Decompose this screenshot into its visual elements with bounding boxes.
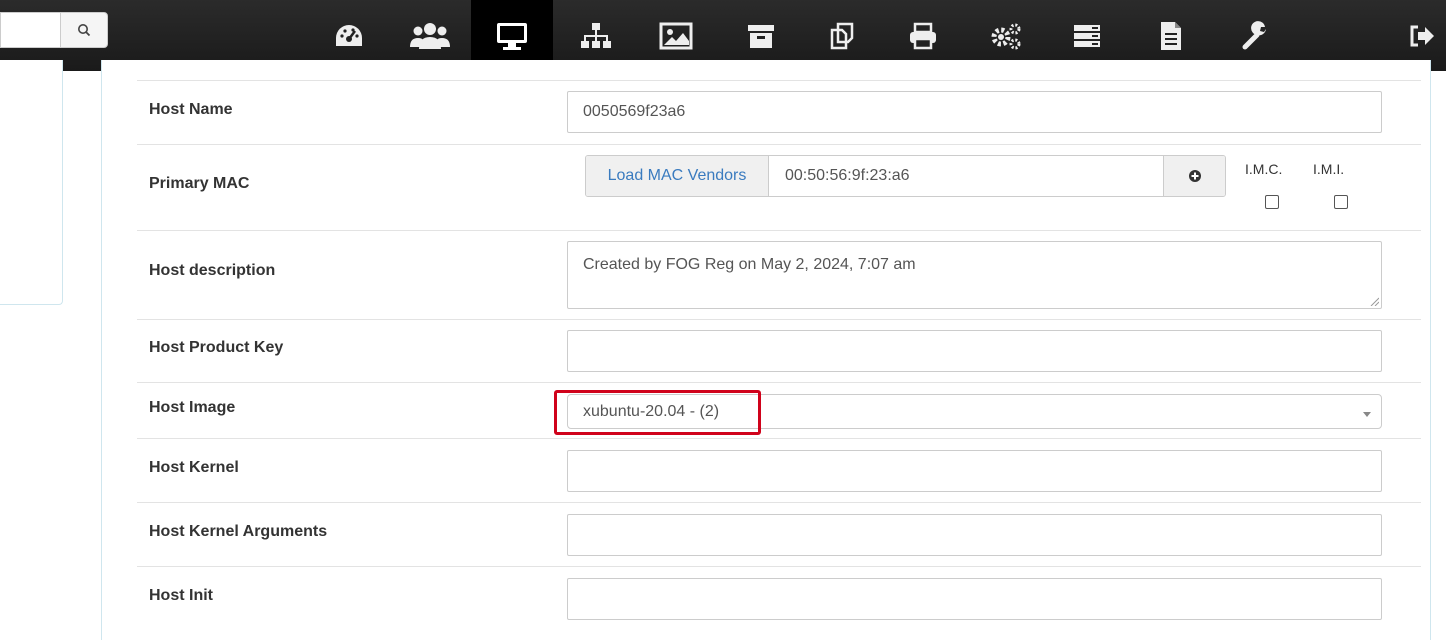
chevron-down-icon bbox=[1363, 412, 1371, 417]
logout-icon bbox=[1410, 25, 1434, 46]
search-button[interactable] bbox=[60, 12, 108, 48]
primary-mac-input[interactable]: 00:50:56:9f:23:a6 bbox=[769, 156, 1163, 196]
row-host-kernel: Host Kernel bbox=[137, 438, 1421, 502]
host-kernel-arguments-label: Host Kernel Arguments bbox=[149, 523, 328, 540]
row-host-init: Host Init bbox=[137, 566, 1421, 627]
search-input[interactable] bbox=[0, 12, 60, 48]
host-product-key-label: Host Product Key bbox=[149, 339, 284, 356]
printers-icon bbox=[910, 22, 936, 49]
snapins-icon bbox=[830, 22, 854, 49]
host-init-input[interactable] bbox=[567, 578, 1382, 620]
host-name-label: Host Name bbox=[149, 101, 233, 118]
left-side-panel bbox=[0, 60, 63, 305]
host-product-key-input[interactable] bbox=[567, 330, 1382, 372]
users-icon bbox=[410, 22, 450, 49]
services-icon bbox=[991, 23, 1021, 49]
imi-label: I.M.I. bbox=[1313, 161, 1345, 177]
imi-checkbox[interactable] bbox=[1334, 195, 1348, 209]
search-icon bbox=[78, 24, 91, 37]
load-mac-vendors-button[interactable]: Load MAC Vendors bbox=[586, 156, 769, 196]
plugins-icon bbox=[1074, 24, 1100, 47]
add-mac-button[interactable] bbox=[1163, 156, 1225, 196]
row-primary-mac: Primary MAC Load MAC Vendors 00:50:56:9f… bbox=[137, 144, 1421, 230]
host-image-label: Host Image bbox=[149, 399, 236, 416]
resize-grip-icon[interactable] bbox=[1369, 296, 1379, 306]
host-kernel-arguments-input[interactable] bbox=[567, 514, 1382, 556]
row-host-kernel-arguments: Host Kernel Arguments bbox=[137, 502, 1421, 566]
host-description-text: Created by FOG Reg on May 2, 2024, 7:07 … bbox=[583, 256, 916, 273]
imc-checkbox[interactable] bbox=[1265, 195, 1279, 209]
host-init-label: Host Init bbox=[149, 587, 213, 604]
host-name-input[interactable]: 0050569f23a6 bbox=[567, 91, 1382, 133]
host-kernel-input[interactable] bbox=[567, 450, 1382, 492]
groups-icon bbox=[581, 22, 611, 48]
search-box bbox=[0, 12, 108, 48]
storage-icon bbox=[748, 24, 774, 48]
mac-input-group: Load MAC Vendors 00:50:56:9f:23:a6 bbox=[585, 155, 1226, 197]
plus-circle-icon bbox=[1188, 170, 1201, 182]
row-host-image: Host Image xubuntu-20.04 - (2) bbox=[137, 382, 1421, 438]
reports-icon bbox=[1161, 21, 1181, 50]
settings-icon bbox=[1242, 20, 1266, 49]
imc-label: I.M.C. bbox=[1245, 161, 1283, 177]
row-host-description: Host description Created by FOG Reg on M… bbox=[137, 230, 1421, 319]
row-host-name: Host Name 0050569f23a6 bbox=[137, 80, 1421, 144]
host-description-textarea[interactable]: Created by FOG Reg on May 2, 2024, 7:07 … bbox=[567, 241, 1382, 309]
primary-mac-label: Primary MAC bbox=[149, 175, 250, 192]
host-kernel-label: Host Kernel bbox=[149, 459, 239, 476]
highlight-box bbox=[554, 390, 761, 435]
dashboard-icon bbox=[336, 24, 362, 46]
host-description-label: Host description bbox=[149, 262, 276, 279]
hosts-icon bbox=[497, 22, 527, 50]
row-host-product-key: Host Product Key bbox=[137, 319, 1421, 382]
images-icon bbox=[659, 22, 693, 49]
